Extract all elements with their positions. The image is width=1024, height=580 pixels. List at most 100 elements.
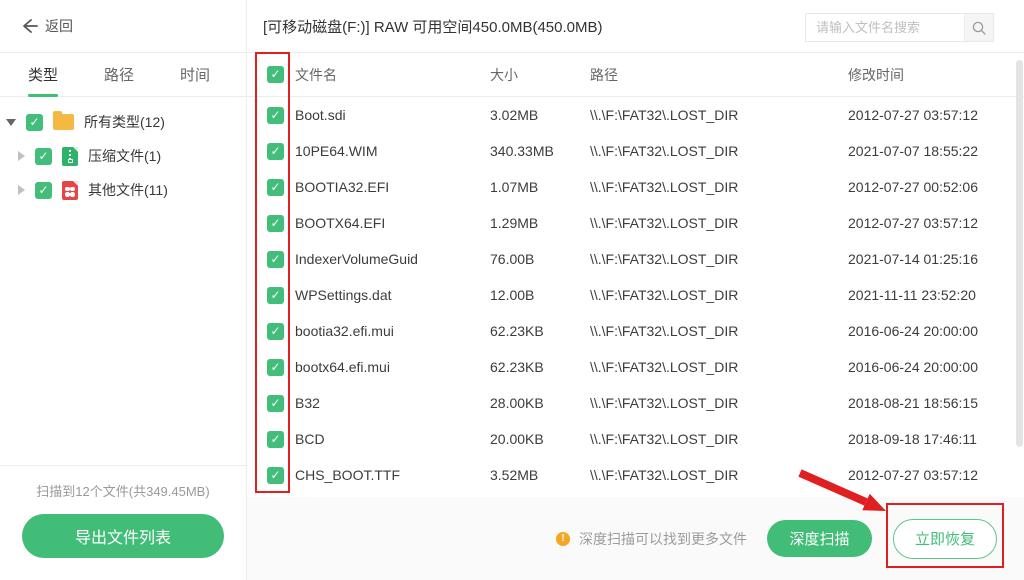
sidebar-footer: 扫描到12个文件(共349.45MB) 导出文件列表 [0,465,246,580]
tree-checkbox[interactable]: ✓ [35,182,52,199]
row-checkbox[interactable]: ✓ [267,251,284,268]
file-name-cell: WPSettings.dat [295,287,490,303]
column-header-name[interactable]: 文件名 [295,65,490,85]
row-checkbox[interactable]: ✓ [267,143,284,160]
select-all-checkbox[interactable]: ✓ [267,66,284,83]
row-checkbox[interactable]: ✓ [267,287,284,304]
file-name-cell: bootia32.efi.mui [295,323,490,339]
drive-title: [可移动磁盘(F:)] RAW 可用空间450.0MB(450.0MB) [263,16,603,37]
file-time-cell: 2018-08-21 18:56:15 [848,395,1024,411]
tab-time[interactable]: 时间 [180,53,210,97]
expand-collapse-icon[interactable] [18,151,25,161]
archive-file-icon [62,147,78,166]
expand-collapse-icon[interactable] [6,119,16,126]
table-row[interactable]: ✓ WPSettings.dat 12.00B \\.\F:\FAT32\.LO… [247,277,1024,313]
file-time-cell: 2021-07-07 18:55:22 [848,143,1024,159]
file-name-cell: BOOTIA32.EFI [295,179,490,195]
column-header-time[interactable]: 修改时间 [848,65,1024,85]
file-name-cell: Boot.sdi [295,107,490,123]
other-file-icon [62,181,78,200]
table-row[interactable]: ✓ BCD 20.00KB \\.\F:\FAT32\.LOST_DIR 201… [247,421,1024,457]
file-path-cell: \\.\F:\FAT32\.LOST_DIR [590,215,848,231]
tree-item-other-files[interactable]: ✓ 其他文件(11) [0,173,246,207]
file-size-cell: 62.23KB [490,323,590,339]
file-name-cell: 10PE64.WIM [295,143,490,159]
row-checkbox[interactable]: ✓ [267,179,284,196]
tree-item-archive-files[interactable]: ✓ 压缩文件(1) [0,139,246,173]
row-checkbox[interactable]: ✓ [267,395,284,412]
file-type-tree: ✓ 所有类型(12) ✓ 压缩文件(1) ✓ 其他文件(11) [0,97,246,207]
file-name-cell: IndexerVolumeGuid [295,251,490,267]
tab-type[interactable]: 类型 [28,53,58,97]
tree-item-label: 压缩文件(1) [88,146,161,166]
tab-path[interactable]: 路径 [104,53,134,97]
expand-collapse-icon[interactable] [18,185,25,195]
export-file-list-button[interactable]: 导出文件列表 [22,514,224,558]
tree-checkbox[interactable]: ✓ [26,114,43,131]
tree-item-label: 所有类型(12) [84,112,165,132]
file-path-cell: \\.\F:\FAT32\.LOST_DIR [590,287,848,303]
row-checkbox[interactable]: ✓ [267,323,284,340]
tree-item-label: 其他文件(11) [88,180,168,200]
table-row[interactable]: ✓ bootia32.efi.mui 62.23KB \\.\F:\FAT32\… [247,313,1024,349]
file-time-cell: 2016-06-24 20:00:00 [848,359,1024,375]
file-time-cell: 2012-07-27 03:57:12 [848,467,1024,483]
table-row[interactable]: ✓ BOOTIA32.EFI 1.07MB \\.\F:\FAT32\.LOST… [247,169,1024,205]
file-path-cell: \\.\F:\FAT32\.LOST_DIR [590,359,848,375]
table-row[interactable]: ✓ BOOTX64.EFI 1.29MB \\.\F:\FAT32\.LOST_… [247,205,1024,241]
file-size-cell: 20.00KB [490,431,590,447]
file-size-cell: 12.00B [490,287,590,303]
file-table-body: ✓ Boot.sdi 3.02MB \\.\F:\FAT32\.LOST_DIR… [247,97,1024,493]
sidebar-tabs: 类型 路径 时间 [0,53,246,97]
table-row[interactable]: ✓ Boot.sdi 3.02MB \\.\F:\FAT32\.LOST_DIR… [247,97,1024,133]
search-input[interactable] [805,13,964,42]
file-path-cell: \\.\F:\FAT32\.LOST_DIR [590,107,848,123]
file-size-cell: 340.33MB [490,143,590,159]
table-header: ✓ 文件名 大小 路径 修改时间 [247,53,1024,97]
bottom-action-bar: ! 深度扫描可以找到更多文件 深度扫描 立即恢复 [247,497,1024,580]
file-name-cell: B32 [295,395,490,411]
tree-checkbox[interactable]: ✓ [35,148,52,165]
file-time-cell: 2018-09-18 17:46:11 [848,431,1024,447]
file-time-cell: 2012-07-27 00:52:06 [848,179,1024,195]
column-header-path[interactable]: 路径 [590,65,848,85]
back-label: 返回 [45,16,73,36]
file-size-cell: 1.29MB [490,215,590,231]
row-checkbox[interactable]: ✓ [267,107,284,124]
file-time-cell: 2012-07-27 03:57:12 [848,215,1024,231]
row-checkbox[interactable]: ✓ [267,359,284,376]
tree-item-all-types[interactable]: ✓ 所有类型(12) [0,105,246,139]
sidebar-top: 返回 [0,0,246,53]
file-name-cell: bootx64.efi.mui [295,359,490,375]
row-checkbox[interactable]: ✓ [267,431,284,448]
file-path-cell: \\.\F:\FAT32\.LOST_DIR [590,323,848,339]
table-row[interactable]: ✓ B32 28.00KB \\.\F:\FAT32\.LOST_DIR 201… [247,385,1024,421]
deep-scan-button[interactable]: 深度扫描 [767,520,872,557]
file-size-cell: 28.00KB [490,395,590,411]
sidebar: 返回 类型 路径 时间 ✓ 所有类型(12) ✓ 压缩文件(1) [0,0,247,580]
file-size-cell: 1.07MB [490,179,590,195]
file-path-cell: \\.\F:\FAT32\.LOST_DIR [590,431,848,447]
file-name-cell: CHS_BOOT.TTF [295,467,490,483]
table-row[interactable]: ✓ IndexerVolumeGuid 76.00B \\.\F:\FAT32\… [247,241,1024,277]
main-topbar: [可移动磁盘(F:)] RAW 可用空间450.0MB(450.0MB) [247,0,1024,53]
file-time-cell: 2021-07-14 01:25:16 [848,251,1024,267]
file-path-cell: \\.\F:\FAT32\.LOST_DIR [590,395,848,411]
back-button[interactable]: 返回 [20,16,73,36]
recover-now-button[interactable]: 立即恢复 [893,519,997,559]
file-size-cell: 62.23KB [490,359,590,375]
file-path-cell: \\.\F:\FAT32\.LOST_DIR [590,467,848,483]
back-arrow-icon [20,17,38,35]
folder-icon [53,114,74,130]
deep-scan-hint: ! 深度扫描可以找到更多文件 [556,529,747,549]
column-header-size[interactable]: 大小 [490,65,590,85]
table-row[interactable]: ✓ 10PE64.WIM 340.33MB \\.\F:\FAT32\.LOST… [247,133,1024,169]
row-checkbox[interactable]: ✓ [267,215,284,232]
table-row[interactable]: ✓ CHS_BOOT.TTF 3.52MB \\.\F:\FAT32\.LOST… [247,457,1024,493]
table-row[interactable]: ✓ bootx64.efi.mui 62.23KB \\.\F:\FAT32\.… [247,349,1024,385]
main-panel: [可移动磁盘(F:)] RAW 可用空间450.0MB(450.0MB) ✓ 文… [247,0,1024,580]
file-time-cell: 2012-07-27 03:57:12 [848,107,1024,123]
row-checkbox[interactable]: ✓ [267,467,284,484]
table-scrollbar[interactable] [1016,60,1023,447]
search-button[interactable] [964,13,994,42]
